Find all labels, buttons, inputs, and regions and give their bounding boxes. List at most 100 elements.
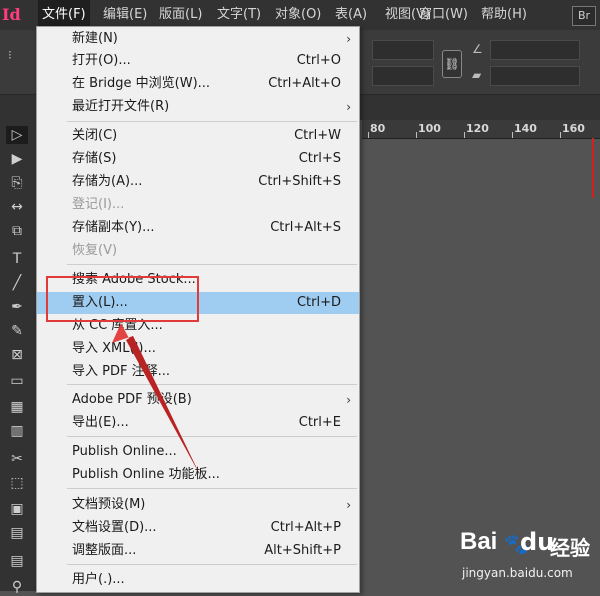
- free-transform-icon[interactable]: ⬚: [6, 474, 28, 492]
- baidu-jingyan-watermark: Bai 🐾 du 经验 jingyan.baidu.com: [458, 528, 598, 588]
- menu-item-label: Adobe PDF 预设(B): [72, 392, 192, 407]
- file-menu-item[interactable]: 调整版面... Alt+Shift+P: [37, 540, 359, 562]
- file-menu-item[interactable]: 用户(.)...: [37, 569, 359, 591]
- tools-panel: ▷ ▶ ⎘ ↔ ⧉ T ╱ ✒ ✎ ⊠ ▭ ▦ ▥ ✂ ⬚ ▣ ▤ ▤ ⚲: [0, 120, 37, 595]
- menu-item-shortcut: Ctrl+O: [296, 53, 341, 68]
- selection-tool-icon[interactable]: ▷: [6, 126, 28, 144]
- menu-help[interactable]: 帮助(H): [477, 0, 531, 30]
- shear-angle-icon: ▰: [472, 68, 482, 82]
- menu-item-shortcut: Ctrl+D: [296, 295, 341, 310]
- file-menu-item[interactable]: 文档预设(M) ›: [37, 494, 359, 516]
- ruler-tick: [464, 132, 465, 138]
- file-menu-item: 登记(I)...: [37, 194, 359, 216]
- file-menu-item[interactable]: Publish Online...: [37, 441, 359, 463]
- bridge-button[interactable]: Br: [572, 6, 596, 26]
- rectangle-frame-icon[interactable]: ⊠: [6, 346, 28, 364]
- menu-item-label: 恢复(V): [72, 243, 118, 258]
- menu-item-label: 导入 PDF 注释...: [72, 364, 170, 379]
- constrain-proportions-icon[interactable]: ⛓: [442, 50, 462, 78]
- menu-item-label: Publish Online...: [72, 444, 177, 459]
- menu-item-label: 关闭(C): [72, 128, 118, 143]
- file-menu-item[interactable]: Adobe PDF 预设(B) ›: [37, 389, 359, 411]
- file-menu-item[interactable]: 导入 PDF 注释...: [37, 361, 359, 383]
- watermark-url: jingyan.baidu.com: [462, 566, 573, 580]
- menu-separator: [67, 436, 357, 437]
- menu-item-label: 新建(N): [72, 31, 118, 46]
- note-tool-icon[interactable]: ▤: [6, 552, 28, 570]
- menu-item-label: 文档设置(D)...: [72, 520, 157, 535]
- file-menu-item[interactable]: 最近打开文件(R) ›: [37, 96, 359, 118]
- ruler-tick: [416, 132, 417, 138]
- menu-separator: [67, 488, 357, 489]
- menu-item-shortcut: Ctrl+Alt+S: [270, 220, 341, 235]
- bleed-guide: [592, 138, 594, 198]
- menu-separator: [67, 264, 357, 265]
- menu-window[interactable]: 窗口(W): [415, 0, 472, 30]
- rotate-angle-icon: ∠: [472, 42, 483, 56]
- horizontal-ruler: 80 100 120 140 160: [362, 120, 600, 139]
- menu-item-label: 最近打开文件(R): [72, 99, 170, 114]
- rectangle-tool-icon[interactable]: ▭: [6, 372, 28, 390]
- gradient-feather-icon[interactable]: ▤: [6, 524, 28, 542]
- file-menu-item[interactable]: 导入 XML(I)...: [37, 338, 359, 360]
- pencil-tool-icon[interactable]: ✎: [6, 322, 28, 340]
- reference-point-icon[interactable]: ⁝: [8, 48, 12, 62]
- direct-selection-icon[interactable]: ▶: [6, 150, 28, 168]
- menu-item-label: Publish Online 功能板...: [72, 467, 220, 482]
- menu-item-label: 调整版面...: [72, 543, 137, 558]
- menu-separator: [67, 564, 357, 565]
- grid-tool-icon[interactable]: ▥: [6, 422, 28, 440]
- rotation-field[interactable]: [490, 40, 580, 60]
- ruler-tick: [368, 132, 369, 138]
- indesign-logo: Id: [2, 5, 21, 24]
- menu-item-shortcut: Ctrl+Alt+P: [270, 520, 341, 535]
- menu-item-label: 登记(I)...: [72, 197, 125, 212]
- file-menu-item[interactable]: 新建(N) ›: [37, 28, 359, 50]
- file-menu-item[interactable]: 导出(E)... Ctrl+E: [37, 412, 359, 434]
- type-tool-icon[interactable]: T: [6, 250, 28, 268]
- menu-item-shortcut: Ctrl+W: [294, 128, 341, 143]
- menu-separator: [67, 121, 357, 122]
- menu-item-label: 用户(.)...: [72, 572, 125, 587]
- height-field[interactable]: [372, 66, 434, 86]
- file-menu-item[interactable]: 存储为(A)... Ctrl+Shift+S: [37, 171, 359, 193]
- pen-tool-icon[interactable]: ✒: [6, 298, 28, 316]
- file-menu-item[interactable]: 文档设置(D)... Ctrl+Alt+P: [37, 517, 359, 539]
- shear-field[interactable]: [490, 66, 580, 86]
- watermark-brand: Bai: [460, 528, 498, 555]
- menu-item-label: 存储副本(Y)...: [72, 220, 155, 235]
- file-menu-item: 恢复(V): [37, 240, 359, 262]
- menu-item-label: 在 Bridge 中浏览(W)...: [72, 76, 211, 91]
- menu-item-label: 导出(E)...: [72, 415, 129, 430]
- menu-item-label: 导入 XML(I)...: [72, 341, 156, 356]
- menu-item-label: 打开(O)...: [72, 53, 131, 68]
- ruler-label: 160: [562, 122, 585, 135]
- gap-tool-icon[interactable]: ↔: [6, 198, 28, 216]
- content-collector-icon[interactable]: ⧉: [6, 222, 28, 240]
- submenu-arrow-icon: ›: [346, 100, 351, 114]
- scissors-icon[interactable]: ✂: [6, 450, 28, 468]
- width-field[interactable]: [372, 40, 434, 60]
- menu-item-label: 文档预设(M): [72, 497, 146, 512]
- ruler-tick: [512, 132, 513, 138]
- line-tool-icon[interactable]: ╱: [6, 274, 28, 292]
- file-menu-item[interactable]: 在 Bridge 中浏览(W)... Ctrl+Alt+O: [37, 73, 359, 95]
- table-tool-icon[interactable]: ▦: [6, 398, 28, 416]
- menu-item-label: 存储为(A)...: [72, 174, 143, 189]
- file-menu-item[interactable]: 存储(S) Ctrl+S: [37, 148, 359, 170]
- annotation-highlight-box: [46, 276, 199, 322]
- menu-item-shortcut: Ctrl+E: [298, 415, 341, 430]
- file-menu-item[interactable]: 存储副本(Y)... Ctrl+Alt+S: [37, 217, 359, 239]
- ruler-label: 140: [514, 122, 537, 135]
- menu-separator: [67, 384, 357, 385]
- submenu-arrow-icon: ›: [346, 393, 351, 407]
- file-menu-item[interactable]: Publish Online 功能板...: [37, 464, 359, 486]
- menu-item-shortcut: Ctrl+Alt+O: [268, 76, 341, 91]
- eyedropper-icon[interactable]: ⚲: [6, 578, 28, 596]
- submenu-arrow-icon: ›: [346, 498, 351, 512]
- gradient-icon[interactable]: ▣: [6, 500, 28, 518]
- file-menu-item[interactable]: 关闭(C) Ctrl+W: [37, 125, 359, 147]
- file-menu-item[interactable]: 打开(O)... Ctrl+O: [37, 50, 359, 72]
- ruler-tick: [560, 132, 561, 138]
- page-tool-icon[interactable]: ⎘: [6, 174, 28, 192]
